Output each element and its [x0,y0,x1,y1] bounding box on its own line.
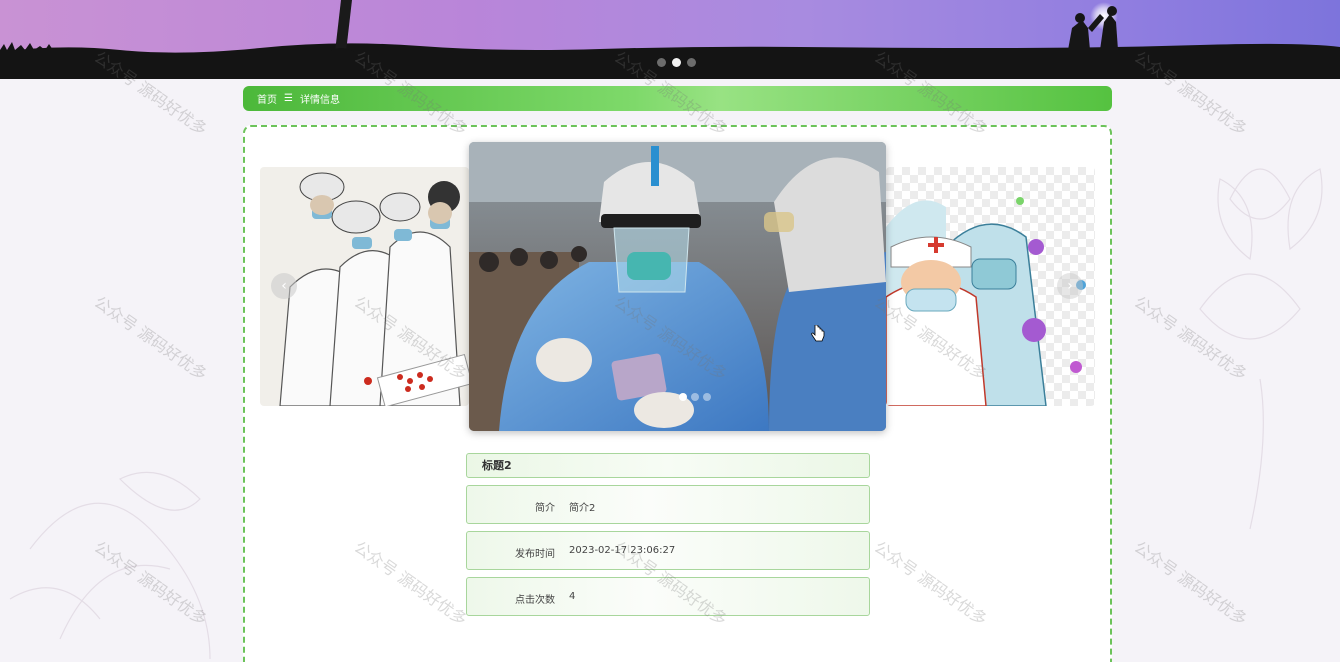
breadcrumb-separator-icon: ☰ [284,93,293,104]
banner-silhouette [0,0,1340,79]
banner-pagination [657,58,696,67]
breadcrumb: 首页 ☰ 详情信息 [243,86,1112,111]
detail-row-publish-time: 发布时间 2023-02-17 23:06:27 [466,531,870,570]
banner-dot[interactable] [687,58,696,67]
carousel-dot[interactable] [691,393,699,401]
detail-row-value: 2023-02-17 23:06:27 [569,545,676,556]
top-banner [0,0,1340,79]
chevron-left-icon: ‹ [281,278,287,294]
hand-cursor-icon [811,325,825,342]
detail-row-click-count: 点击次数 4 [466,577,870,616]
banner-dot-active[interactable] [672,58,681,67]
detail-title: 标题2 [466,453,870,478]
detail-row-label: 简介 [535,503,555,514]
carousel-next-button[interactable]: › [1057,273,1083,299]
breadcrumb-home-link[interactable]: 首页 [257,91,277,106]
detail-row-label: 点击次数 [515,595,555,606]
carousel-active-slide-image[interactable] [469,142,886,431]
detail-row-value: 4 [569,591,576,602]
chevron-right-icon: › [1067,278,1073,294]
carousel-dot-active[interactable] [679,393,687,401]
detail-row-value: 简介2 [569,503,596,514]
breadcrumb-current: 详情信息 [299,95,340,106]
banner-dot[interactable] [657,58,666,67]
carousel-pagination [679,393,711,401]
detail-row-summary: 简介 简介2 [466,485,870,524]
carousel-dot[interactable] [703,393,711,401]
detail-row-label: 发布时间 [515,549,555,560]
carousel-prev-button[interactable]: ‹ [271,273,297,299]
